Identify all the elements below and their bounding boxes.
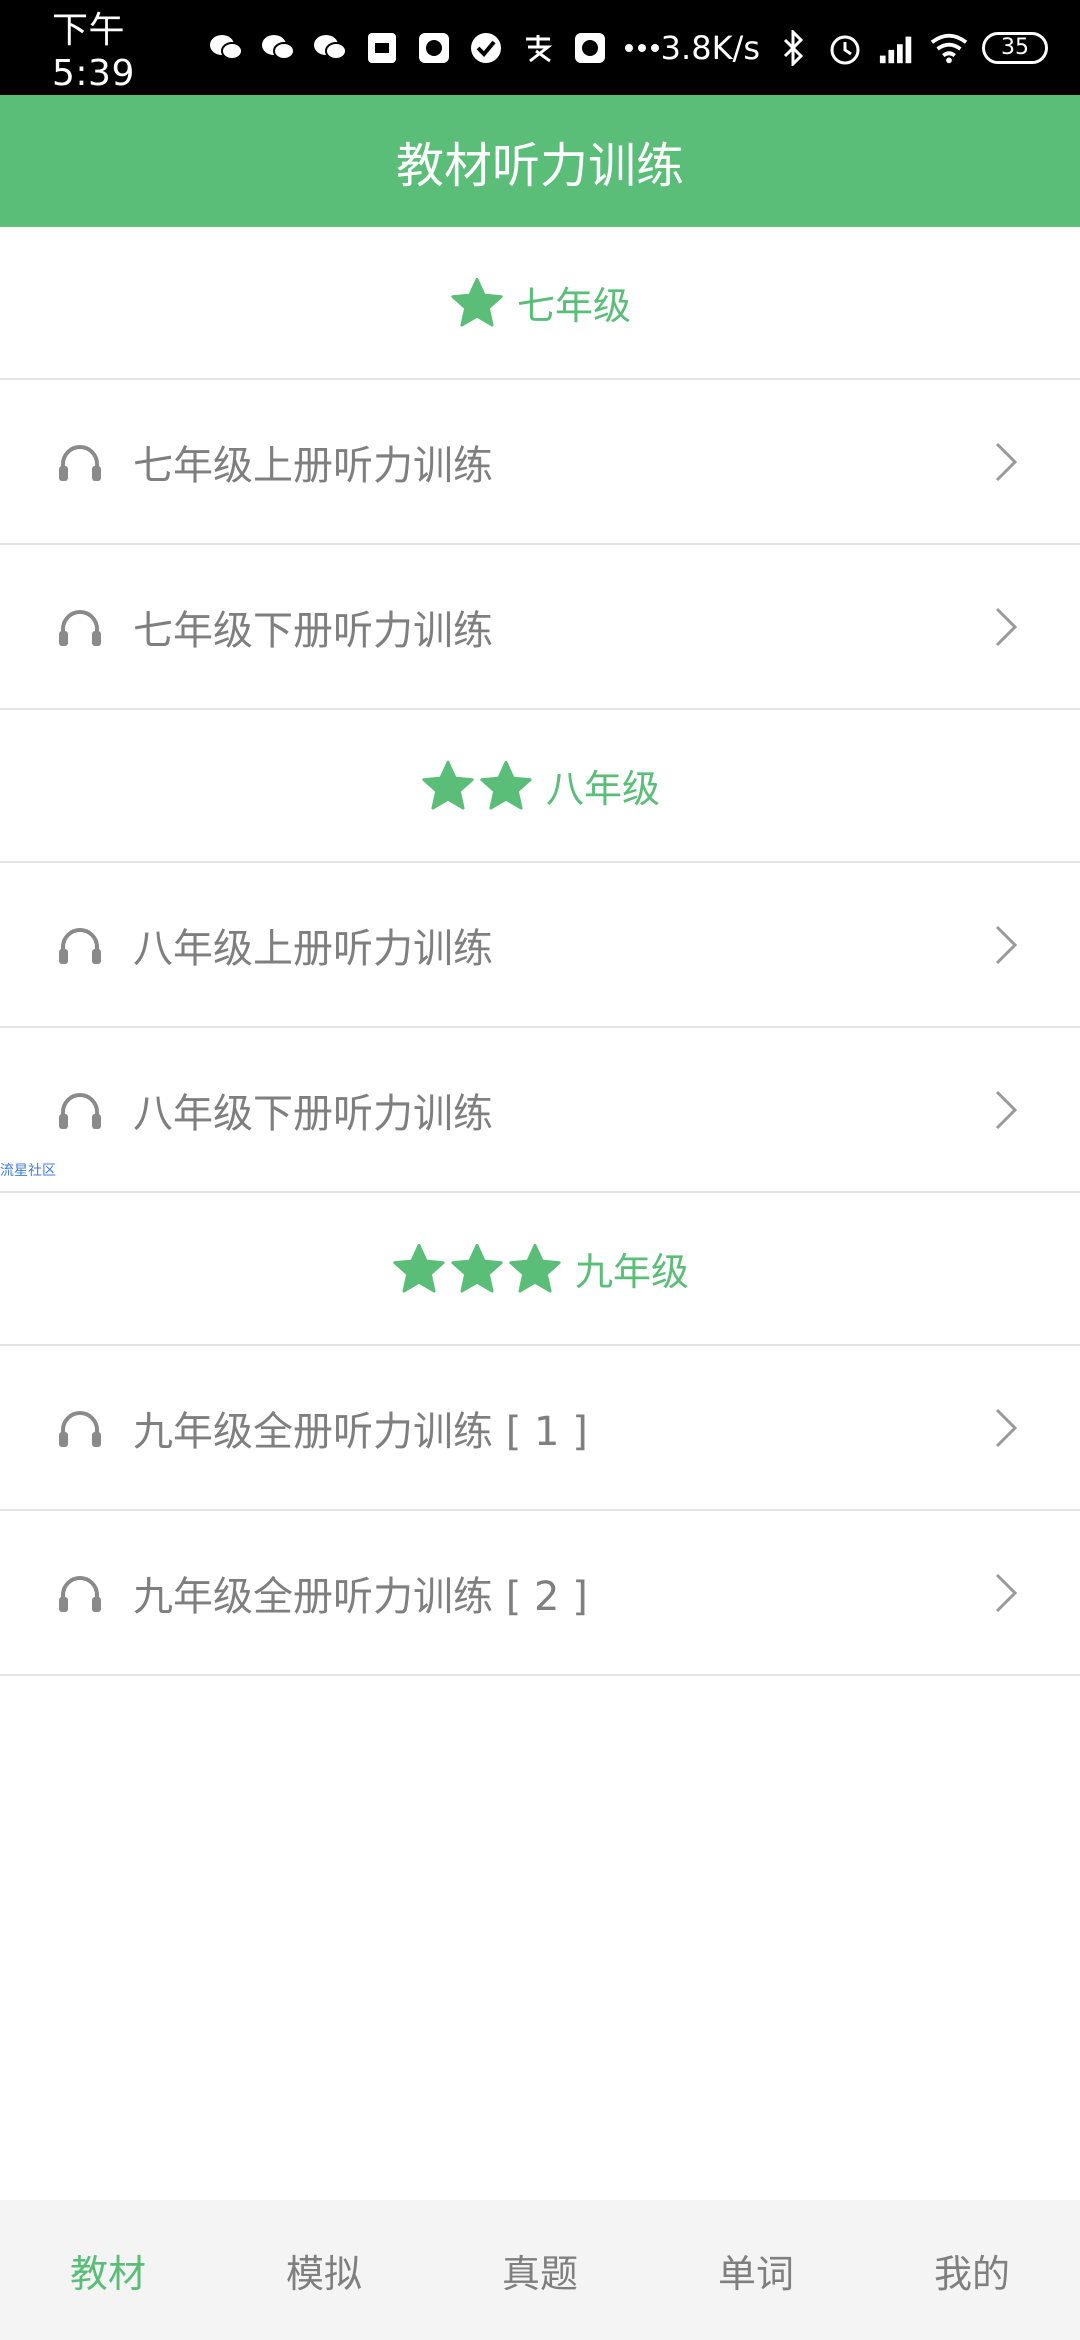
tab-words[interactable]: 单词 [648,2243,864,2298]
page-title: 教材听力训练 [395,138,684,194]
battery-indicator: 35 [982,31,1048,64]
list-item-label: 九年级全册听力训练 [ 2 ] [133,1573,588,1620]
wechat-icon [311,29,349,67]
status-time: 下午5:39 [52,10,135,94]
watermark-text: 流星社区 [0,1163,56,1179]
section-title: 九年级 [574,1250,689,1294]
tab-exam[interactable]: 真题 [432,2243,648,2298]
title-bar: 教材听力训练 [0,95,1080,227]
list-item-label: 七年级上册听力训练 [133,442,493,489]
star-icon [509,1243,561,1293]
mi-icon [363,29,401,67]
section-title: 七年级 [516,284,631,328]
chevron-right-icon [995,607,1018,646]
bottom-nav: 教材 模拟 真题 单词 我的 [0,2200,1080,2340]
chevron-right-icon [995,1573,1018,1612]
section-header-grade-8: 八年级 [0,710,1080,863]
list-item[interactable]: 七年级上册听力训练 [0,380,1080,545]
bluetooth-icon [774,29,812,67]
list-item-label: 七年级下册听力训练 [133,607,493,654]
listening-list: 七年级 七年级上册听力训练 七年级下册听力训练 八年级 八年级上册听力训练 八年… [0,227,1080,1676]
headphones-icon [59,1092,101,1129]
list-item-label: 八年级下册听力训练 [133,1090,493,1137]
tab-textbook[interactable]: 教材 [0,2243,216,2298]
chevron-right-icon [995,925,1018,964]
list-item[interactable]: 八年级下册听力训练 [0,1028,1080,1193]
chevron-right-icon [995,442,1018,481]
section-header-grade-9: 九年级 [0,1193,1080,1346]
headphones-icon [59,1410,101,1447]
grade-stars [449,275,505,331]
wifi-icon [930,29,968,67]
headphones-icon [59,927,101,964]
chevron-right-icon [995,1408,1018,1447]
chevron-right-icon [995,1090,1018,1129]
grade-stars [391,1241,563,1297]
alipay-icon [519,29,557,67]
tab-mine[interactable]: 我的 [864,2243,1080,2298]
list-item-label: 八年级上册听力训练 [133,925,493,972]
star-icon [451,277,503,327]
wechat-icon [259,29,297,67]
system-icons: 3.8K/s 35 [661,29,1048,67]
alarm-icon [826,29,864,67]
tab-mock[interactable]: 模拟 [216,2243,432,2298]
wechat-icon [207,29,245,67]
list-item[interactable]: 九年级全册听力训练 [ 1 ] [0,1346,1080,1511]
list-item-label: 九年级全册听力训练 [ 1 ] [133,1408,588,1455]
signal-icon [878,29,916,67]
check-icon [467,29,505,67]
star-icon [422,760,474,810]
star-icon [451,1243,503,1293]
notification-icons [207,29,661,67]
network-speed: 3.8K/s [660,28,760,67]
app-icon [415,29,453,67]
grade-stars [420,758,534,814]
star-icon [480,760,532,810]
status-bar: 下午5:39 3.8K/s 35 [0,0,1080,95]
headphones-icon [59,609,101,646]
list-item[interactable]: 七年级下册听力训练 [0,545,1080,710]
section-header-grade-7: 七年级 [0,227,1080,380]
more-icon [623,29,661,67]
list-item[interactable]: 八年级上册听力训练 [0,863,1080,1028]
app-icon [571,29,609,67]
star-icon [393,1243,445,1293]
headphones-icon [59,444,101,481]
list-item[interactable]: 九年级全册听力训练 [ 2 ] [0,1511,1080,1676]
section-title: 八年级 [545,767,660,811]
headphones-icon [59,1575,101,1612]
